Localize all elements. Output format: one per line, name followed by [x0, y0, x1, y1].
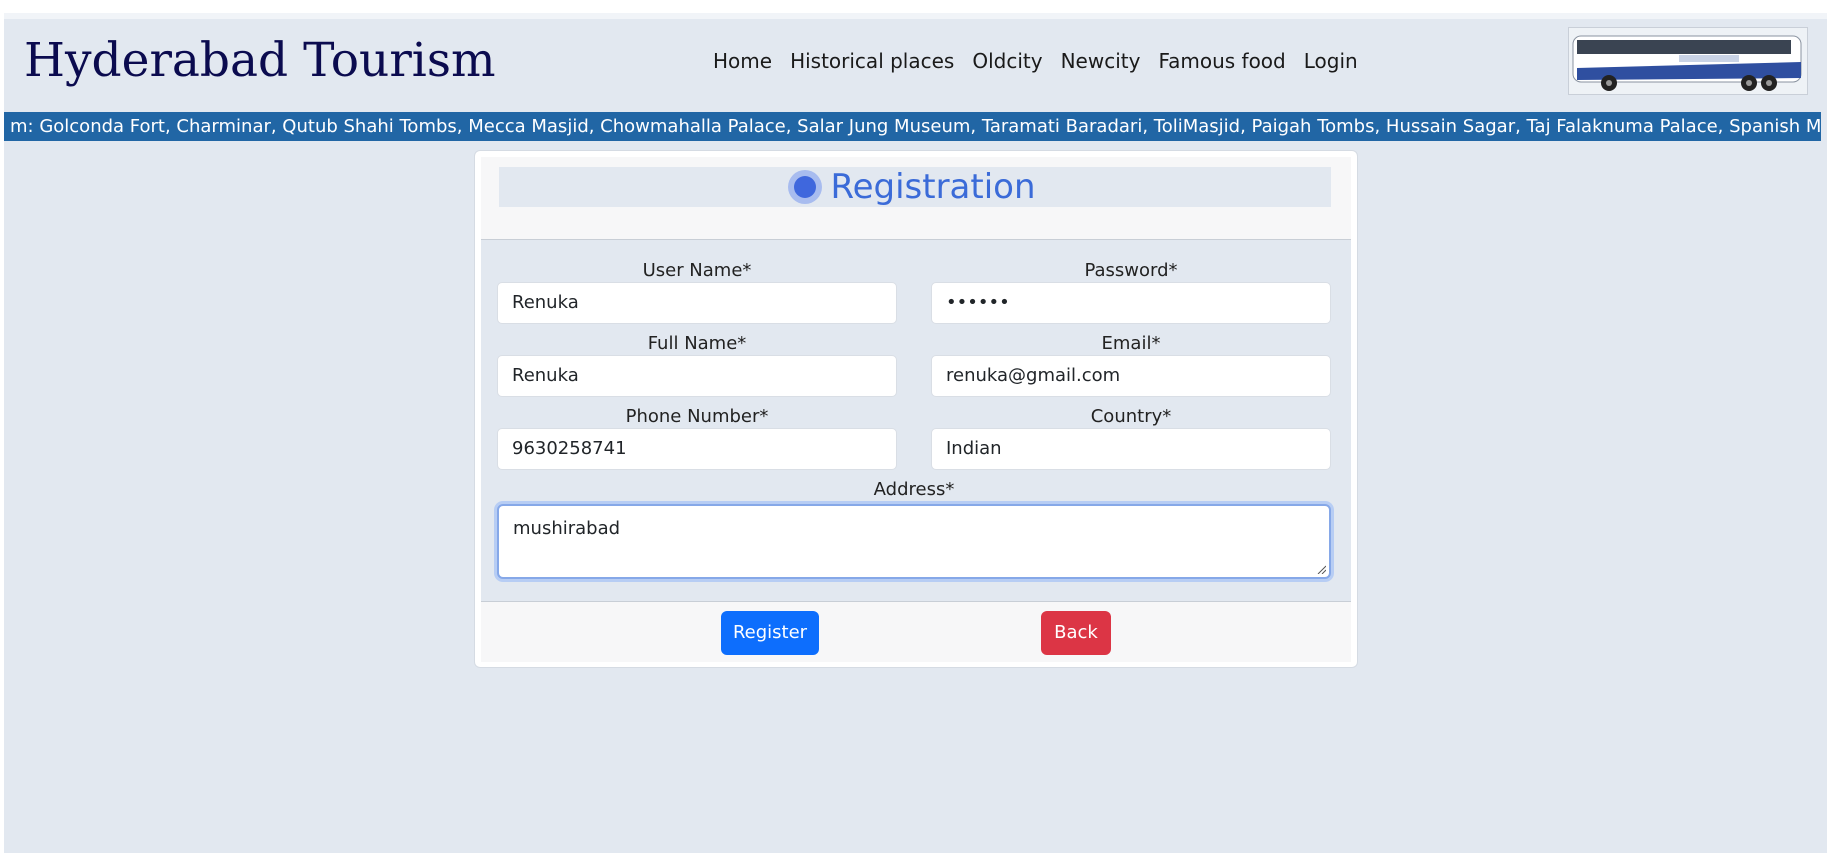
- register-button[interactable]: Register: [721, 611, 819, 655]
- bus-image: [1568, 27, 1808, 95]
- places-marquee: m: Golconda Fort, Charminar, Qutub Shahi…: [4, 112, 1821, 141]
- nav-login[interactable]: Login: [1304, 49, 1358, 73]
- nav-newcity[interactable]: Newcity: [1061, 49, 1141, 73]
- marquee-text: m: Golconda Fort, Charminar, Qutub Shahi…: [10, 116, 1821, 137]
- card-body: User Name* Renuka Password* •••••• Full …: [481, 240, 1351, 601]
- password-input[interactable]: ••••••: [931, 282, 1331, 324]
- card-footer: Register Back: [481, 601, 1351, 662]
- phone-input[interactable]: 9630258741: [497, 428, 897, 470]
- title-band: Registration: [499, 167, 1331, 207]
- username-label: User Name*: [642, 260, 752, 281]
- site-title: Hyderabad Tourism: [24, 33, 496, 88]
- address-textarea[interactable]: mushirabad: [497, 504, 1331, 579]
- form-title: Registration: [830, 167, 1036, 207]
- top-strip: [4, 13, 1827, 19]
- email-label: Email*: [1101, 333, 1161, 354]
- nav-historical-places[interactable]: Historical places: [790, 49, 954, 73]
- email-input[interactable]: renuka@gmail.com: [931, 355, 1331, 397]
- registration-card: Registration User Name* Renuka Password*…: [474, 150, 1358, 668]
- page: Hyderabad Tourism Home Historical places…: [4, 13, 1827, 853]
- resize-grip-icon[interactable]: [1316, 564, 1326, 574]
- radio-dot-icon: [794, 176, 817, 198]
- password-label: Password*: [1084, 260, 1178, 281]
- nav-famous-food[interactable]: Famous food: [1158, 49, 1285, 73]
- fullname-input[interactable]: Renuka: [497, 355, 897, 397]
- country-label: Country*: [1090, 406, 1172, 427]
- address-label: Address*: [873, 479, 955, 500]
- card-header: Registration: [481, 157, 1351, 240]
- main-nav: Home Historical places Oldcity Newcity F…: [713, 49, 1358, 73]
- username-input[interactable]: Renuka: [497, 282, 897, 324]
- nav-home[interactable]: Home: [713, 49, 772, 73]
- nav-oldcity[interactable]: Oldcity: [972, 49, 1042, 73]
- fullname-label: Full Name*: [647, 333, 747, 354]
- address-value: mushirabad: [513, 518, 621, 539]
- phone-label: Phone Number*: [625, 406, 769, 427]
- back-button[interactable]: Back: [1041, 611, 1111, 655]
- country-input[interactable]: Indian: [931, 428, 1331, 470]
